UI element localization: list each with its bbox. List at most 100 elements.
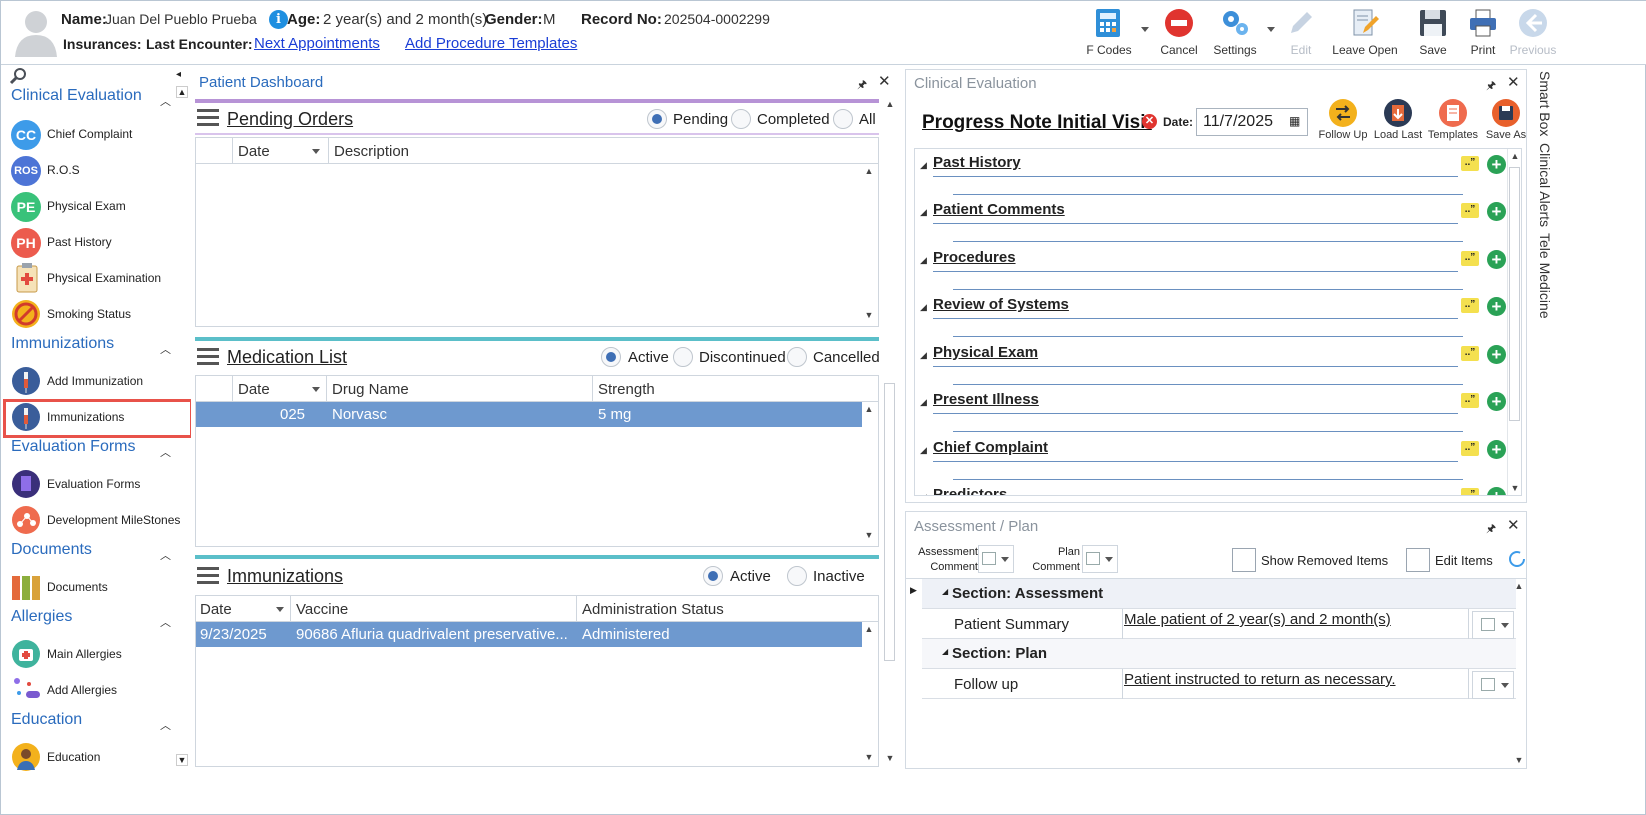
info-icon[interactable]: i (269, 10, 288, 29)
scroll-down-icon[interactable]: ▼ (1508, 483, 1521, 493)
scroll-down-icon[interactable]: ▼ (862, 752, 876, 762)
pin-icon[interactable]: 🖈 (857, 76, 867, 95)
nav-item-education[interactable]: Education (11, 740, 186, 776)
section-label[interactable]: Review of Systems (933, 296, 1069, 313)
quote-icon[interactable]: ..” (1461, 346, 1479, 361)
expand-icon[interactable]: ◢ (920, 302, 927, 313)
add-icon[interactable]: + (1487, 155, 1506, 174)
add-icon[interactable]: + (1487, 202, 1506, 221)
settings-button[interactable]: Settings (1209, 5, 1261, 61)
close-icon[interactable]: ✕ (878, 72, 891, 90)
follow-up-value[interactable]: Patient instructed to return as necessar… (1124, 671, 1396, 688)
cancelled-radio[interactable] (787, 347, 807, 367)
column-header-administration-status[interactable]: Administration Status (582, 601, 724, 618)
assessment-comment-dropdown[interactable] (978, 545, 1014, 573)
hamburger-icon[interactable] (197, 109, 219, 127)
close-icon[interactable]: ✕ (1507, 73, 1520, 91)
add-icon[interactable]: + (1487, 250, 1506, 269)
section-label[interactable]: Physical Exam (933, 344, 1038, 361)
refresh-icon[interactable] (1508, 550, 1526, 568)
scroll-thumb[interactable] (884, 383, 895, 661)
add-icon[interactable]: + (1487, 487, 1506, 495)
completed-radio[interactable] (731, 109, 751, 129)
all-radio[interactable] (833, 109, 853, 129)
plan-comment-dropdown[interactable] (1082, 545, 1118, 573)
date-input[interactable]: 11/7/2025 ▦ (1196, 108, 1308, 136)
add-icon[interactable]: + (1487, 345, 1506, 364)
nav-item-add-allergies[interactable]: Add Allergies (11, 673, 186, 709)
section-assessment-row[interactable]: ◢ Section: Assessment (922, 579, 1516, 609)
inactive-radio[interactable] (787, 566, 807, 586)
scroll-up-icon[interactable]: ▲ (862, 166, 876, 176)
chevron-up-icon[interactable]: ︿ (160, 547, 171, 563)
discontinued-radio[interactable] (673, 347, 693, 367)
nav-item-ros[interactable]: ROS R.O.S (11, 153, 186, 189)
scroll-down-icon[interactable]: ▼ (862, 530, 876, 540)
section-present-illness[interactable]: ◢ Present Illness ..” + (915, 391, 1515, 439)
quote-icon[interactable]: ..” (1461, 488, 1479, 495)
scroll-up-icon[interactable]: ▲ (1508, 151, 1521, 161)
nav-item-add-immunization[interactable]: Add Immunization (11, 364, 186, 400)
pending-radio[interactable] (647, 109, 667, 129)
expand-icon[interactable]: ◢ (920, 445, 927, 456)
patient-summary-dropdown[interactable] (1472, 611, 1514, 639)
section-procedures[interactable]: ◢ Procedures ..” + (915, 249, 1515, 297)
add-procedure-templates-link[interactable]: Add Procedure Templates (405, 35, 577, 52)
nav-item-evaluation-forms[interactable]: Evaluation Forms (11, 467, 186, 503)
scroll-up-icon[interactable]: ▲ (883, 99, 897, 109)
scroll-up-icon[interactable]: ▲ (862, 404, 876, 414)
scroll-up-icon[interactable]: ▲ (862, 624, 876, 634)
edit-items-checkbox[interactable] (1406, 548, 1430, 572)
fcodes-dropdown-icon[interactable] (1141, 27, 1149, 32)
add-icon[interactable]: + (1487, 440, 1506, 459)
templates-icon[interactable] (1438, 98, 1468, 128)
chevron-up-icon[interactable]: ︿ (160, 93, 171, 109)
settings-dropdown-icon[interactable] (1267, 27, 1275, 32)
table-row[interactable]: Patient Summary Male patient of 2 year(s… (922, 609, 1516, 639)
scroll-up-icon[interactable]: ▲ (1512, 581, 1526, 591)
column-header-drug-name[interactable]: Drug Name (332, 381, 409, 398)
nav-item-physical-exam[interactable]: PE Physical Exam (11, 189, 186, 225)
hamburger-icon[interactable] (197, 348, 219, 366)
section-patient-comments[interactable]: ◢ Patient Comments ..” + (915, 201, 1515, 249)
sections-scrollbar[interactable]: ▲ ▼ (1507, 149, 1521, 495)
follow-up-icon[interactable] (1328, 98, 1358, 128)
section-past-history[interactable]: ◢ Past History ..” + (915, 154, 1515, 202)
pin-icon[interactable]: 🖈 (1486, 520, 1496, 539)
sort-icon[interactable] (312, 149, 320, 154)
section-clinical-evaluation[interactable]: Clinical Evaluation (11, 87, 142, 105)
quote-icon[interactable]: ..” (1461, 156, 1479, 171)
tab-smart-box[interactable]: Smart Box (1537, 71, 1553, 136)
section-predictors[interactable]: ◢ Predictors ..” + (915, 486, 1515, 495)
nav-item-physical-examination[interactable]: Physical Examination (11, 261, 186, 297)
expand-icon[interactable]: ◢ (920, 255, 927, 266)
nav-item-chief-complaint[interactable]: CC Chief Complaint (11, 117, 186, 153)
nav-item-smoking-status[interactable]: Smoking Status (11, 297, 186, 333)
scroll-thumb[interactable] (1509, 167, 1520, 421)
nav-item-past-history[interactable]: PH Past History (11, 225, 186, 261)
chevron-up-icon[interactable]: ︿ (160, 444, 171, 460)
section-label[interactable]: Past History (933, 154, 1021, 171)
section-immunizations[interactable]: Immunizations (11, 335, 114, 353)
column-header-date[interactable]: Date (238, 143, 270, 160)
expand-icon[interactable]: ◢ (920, 397, 927, 408)
patient-summary-value[interactable]: Male patient of 2 year(s) and 2 month(s) (1124, 611, 1391, 628)
column-header-date[interactable]: Date (238, 381, 270, 398)
scroll-down-icon[interactable]: ▼ (176, 754, 188, 766)
section-label[interactable]: Chief Complaint (933, 439, 1048, 456)
scroll-down-icon[interactable]: ▼ (862, 310, 876, 320)
quote-icon[interactable]: ..” (1461, 203, 1479, 218)
add-icon[interactable]: + (1487, 392, 1506, 411)
pin-icon[interactable]: 🖈 (1486, 77, 1496, 96)
scroll-down-icon[interactable]: ▼ (1512, 755, 1526, 765)
section-evaluation-forms[interactable]: Evaluation Forms (11, 438, 136, 456)
active-radio[interactable] (703, 566, 723, 586)
expand-icon[interactable]: ◢ (920, 207, 927, 218)
expand-icon[interactable]: ◢ (920, 492, 927, 495)
scroll-up-icon[interactable]: ▲ (176, 86, 188, 98)
nav-item-documents[interactable]: Documents (11, 570, 186, 606)
chevron-up-icon[interactable]: ︿ (160, 614, 171, 630)
next-appointments-link[interactable]: Next Appointments (254, 35, 380, 52)
follow-up-dropdown[interactable] (1472, 671, 1514, 699)
table-row[interactable]: 9/23/2025 90686 Afluria quadrivalent pre… (196, 622, 862, 647)
